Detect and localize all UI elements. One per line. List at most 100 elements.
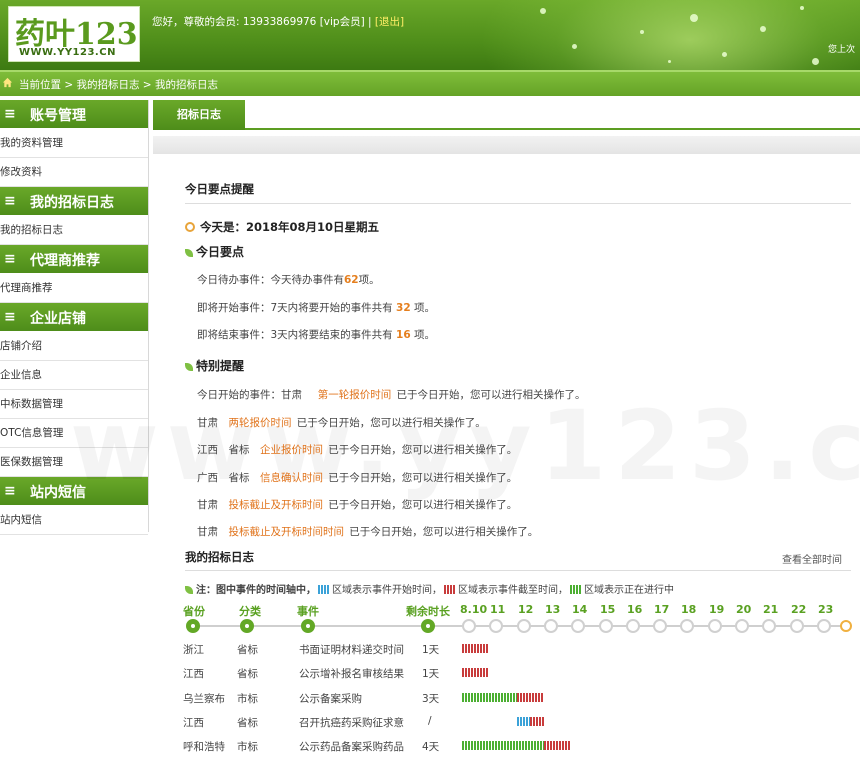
legend-note: 注：图中事件的时间轴中， 区域表示事件开始时间， 区域表示事件截至时间， 区域表示正在… bbox=[185, 581, 674, 596]
timeline-column-header: 事件 bbox=[297, 605, 319, 618]
row-event-link[interactable]: 公示增补报名审核结果 bbox=[299, 666, 404, 681]
timeline-date-label: 21 bbox=[763, 603, 779, 616]
sidebar-item[interactable]: 修改资料 bbox=[0, 158, 148, 187]
timeline-bar-red bbox=[544, 741, 571, 750]
menu-icon: ≡ bbox=[4, 251, 16, 267]
sidebar-group-header[interactable]: ≡ 账号管理 bbox=[0, 100, 148, 129]
green-legend-swatch bbox=[570, 585, 582, 594]
special-reminder-item: 甘肃 投标截止及开标时间 已于今日开始，您可以进行相关操作了。 bbox=[197, 497, 517, 512]
sidebar-item[interactable]: 代理商推荐 bbox=[0, 274, 148, 303]
timeline-column-header: 分类 bbox=[239, 605, 261, 618]
upcoming-line: 即将开始事件：7天内将要开始的事件共有 32 项。 bbox=[197, 302, 435, 314]
timeline-bar-red bbox=[462, 644, 489, 653]
row-remaining: / bbox=[428, 715, 432, 727]
timeline-date-node bbox=[735, 619, 749, 633]
logout-link[interactable]: [退出] bbox=[375, 16, 404, 28]
timeline-bar-red bbox=[530, 717, 544, 726]
row-category: 市标 bbox=[237, 741, 258, 753]
reminder-suffix: 已于今日开始，您可以进行相关操作了。 bbox=[344, 526, 539, 538]
ending-line: 即将结束事件：3天内将要结束的事件共有 16 项。 bbox=[197, 329, 435, 341]
timeline-date-label: 14 bbox=[572, 603, 588, 616]
row-province: 江西 bbox=[183, 668, 204, 680]
timeline-date-node bbox=[462, 619, 476, 633]
event-link[interactable]: 第一轮报价时间 bbox=[318, 389, 392, 401]
special-reminder-item: 甘肃 两轮报价时间 已于今日开始，您可以进行相关操作了。 bbox=[197, 415, 486, 430]
region-text: 江西 bbox=[197, 444, 229, 456]
red-legend-swatch bbox=[444, 585, 456, 594]
home-icon bbox=[2, 77, 13, 88]
key-points-title: 今日要点 bbox=[185, 243, 244, 260]
sidebar: ≡ 账号管理 我的资料管理 修改资料 ≡ 我的招标日志 我的招标日志 ≡ 代理商推荐 代理商推荐 ≡… bbox=[0, 100, 149, 535]
timeline-date-label: 15 bbox=[600, 603, 616, 616]
sidebar-item[interactable]: 店铺介绍 bbox=[0, 332, 148, 361]
timeline-column-node bbox=[186, 619, 200, 633]
timeline-date-label: 22 bbox=[791, 603, 807, 616]
reminder-suffix: 已于今日开始，您可以进行相关操作了。 bbox=[323, 444, 518, 456]
timeline-date-node bbox=[653, 619, 667, 633]
row-event-link[interactable]: 公示备案采购 bbox=[299, 691, 362, 706]
tab-bar: 招标日志 bbox=[153, 100, 860, 130]
special-reminder-item: 江西 省标 企业报价时间 已于今日开始，您可以进行相关操作了。 bbox=[197, 442, 517, 457]
timeline-date-node bbox=[599, 619, 613, 633]
timeline-date-label: 18 bbox=[681, 603, 697, 616]
sidebar-item[interactable]: 站内短信 bbox=[0, 506, 148, 535]
sidebar-group-title: 代理商推荐 bbox=[30, 253, 100, 269]
row-remaining: 1天 bbox=[422, 644, 440, 656]
sidebar-item[interactable]: OTC信息管理 bbox=[0, 419, 148, 448]
timeline-end-node bbox=[840, 620, 852, 632]
sidebar-group-header[interactable]: ≡ 我的招标日志 bbox=[0, 187, 148, 216]
timeline-date-node bbox=[517, 619, 531, 633]
sidebar-item[interactable]: 医保数据管理 bbox=[0, 448, 148, 477]
sidebar-group-header[interactable]: ≡ 企业店铺 bbox=[0, 303, 148, 332]
breadcrumb-text[interactable]: 当前位置 > 我的招标日志 > 我的招标日志 bbox=[19, 77, 218, 92]
todo-line: 今日待办事件：今天待办事件有62项。 bbox=[197, 274, 380, 286]
timeline-column-node bbox=[240, 619, 254, 633]
tab-bid-log[interactable]: 招标日志 bbox=[153, 100, 245, 130]
row-event-link[interactable]: 召开抗癌药采购征求意 bbox=[299, 715, 404, 730]
event-link[interactable]: 投标截止及开标时间 bbox=[229, 499, 324, 511]
timeline-date-node bbox=[790, 619, 804, 633]
timeline-date-label: 23 bbox=[818, 603, 834, 616]
content-divider bbox=[153, 136, 860, 154]
timeline-date-node bbox=[626, 619, 640, 633]
blue-legend-swatch bbox=[318, 585, 330, 594]
sidebar-group-title: 我的招标日志 bbox=[30, 195, 114, 211]
region-text: 甘肃 bbox=[197, 526, 229, 538]
timeline-date-label: 19 bbox=[709, 603, 725, 616]
sidebar-item[interactable]: 我的资料管理 bbox=[0, 129, 148, 158]
timeline-column-header: 剩余时长 bbox=[406, 605, 450, 618]
special-title: 特别提醒 bbox=[185, 357, 244, 374]
view-all-link[interactable]: 查看全部时间 bbox=[782, 551, 842, 566]
region-text: 广西 bbox=[197, 472, 229, 484]
site-logo[interactable]: 药叶123 WWW.YY123.CN bbox=[8, 6, 140, 62]
user-greeting: 您好，尊敬的会员: 13933869976 [vip会员] | [退出] bbox=[152, 16, 405, 28]
leaf-icon bbox=[185, 249, 193, 257]
timeline-date-node bbox=[680, 619, 694, 633]
row-event-link[interactable]: 书面证明材料递交时间 bbox=[299, 642, 404, 657]
timeline-column-node bbox=[421, 619, 435, 633]
event-link[interactable]: 两轮报价时间 bbox=[229, 417, 292, 429]
row-category: 省标 bbox=[237, 717, 258, 729]
sidebar-item[interactable]: 我的招标日志 bbox=[0, 216, 148, 245]
sidebar-item[interactable]: 企业信息 bbox=[0, 361, 148, 390]
sidebar-group-title: 站内短信 bbox=[30, 485, 86, 501]
sidebar-item[interactable]: 中标数据管理 bbox=[0, 390, 148, 419]
event-link[interactable]: 信息确认时间 bbox=[260, 472, 323, 484]
timeline-bar-green bbox=[462, 741, 544, 750]
site-header: 药叶123 WWW.YY123.CN 您好，尊敬的会员: 13933869976… bbox=[0, 0, 860, 70]
timeline-date-node bbox=[571, 619, 585, 633]
timeline-column-header: 省份 bbox=[183, 605, 205, 618]
timeline-bar-green bbox=[462, 693, 517, 702]
sidebar-group-title: 账号管理 bbox=[30, 108, 86, 124]
date-label: 今天是：2018年08月10日星期五 bbox=[185, 219, 379, 235]
special-reminder-item: 今日开始的事件：甘肃 第一轮报价时间 已于今日开始，您可以进行相关操作了。 bbox=[197, 387, 586, 402]
region-text: 甘肃 bbox=[197, 499, 229, 511]
row-event-link[interactable]: 公示药品备案采购药品 bbox=[299, 739, 404, 754]
sidebar-group-title: 企业店铺 bbox=[30, 311, 86, 327]
sidebar-group-header[interactable]: ≡ 代理商推荐 bbox=[0, 245, 148, 274]
reminder-suffix: 已于今日开始，您可以进行相关操作了。 bbox=[323, 499, 518, 511]
event-link[interactable]: 企业报价时间 bbox=[260, 444, 323, 456]
sidebar-group-header[interactable]: ≡ 站内短信 bbox=[0, 477, 148, 506]
event-link[interactable]: 投标截止及开标时间时间 bbox=[229, 526, 345, 538]
menu-icon: ≡ bbox=[4, 309, 16, 325]
